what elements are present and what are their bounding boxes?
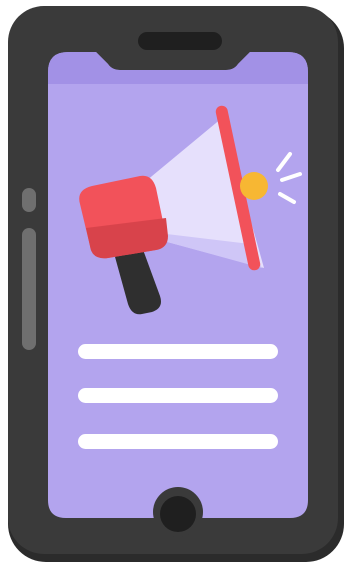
phone-icon	[8, 6, 344, 562]
text-line	[78, 434, 278, 449]
speaker-slot	[138, 32, 222, 50]
sound-accent	[240, 172, 268, 200]
home-button-inner	[160, 496, 196, 532]
side-button-long	[22, 228, 36, 350]
text-line	[78, 344, 278, 359]
side-button-small	[22, 188, 36, 212]
smartphone-megaphone-illustration	[8, 6, 344, 562]
text-line	[78, 388, 278, 403]
